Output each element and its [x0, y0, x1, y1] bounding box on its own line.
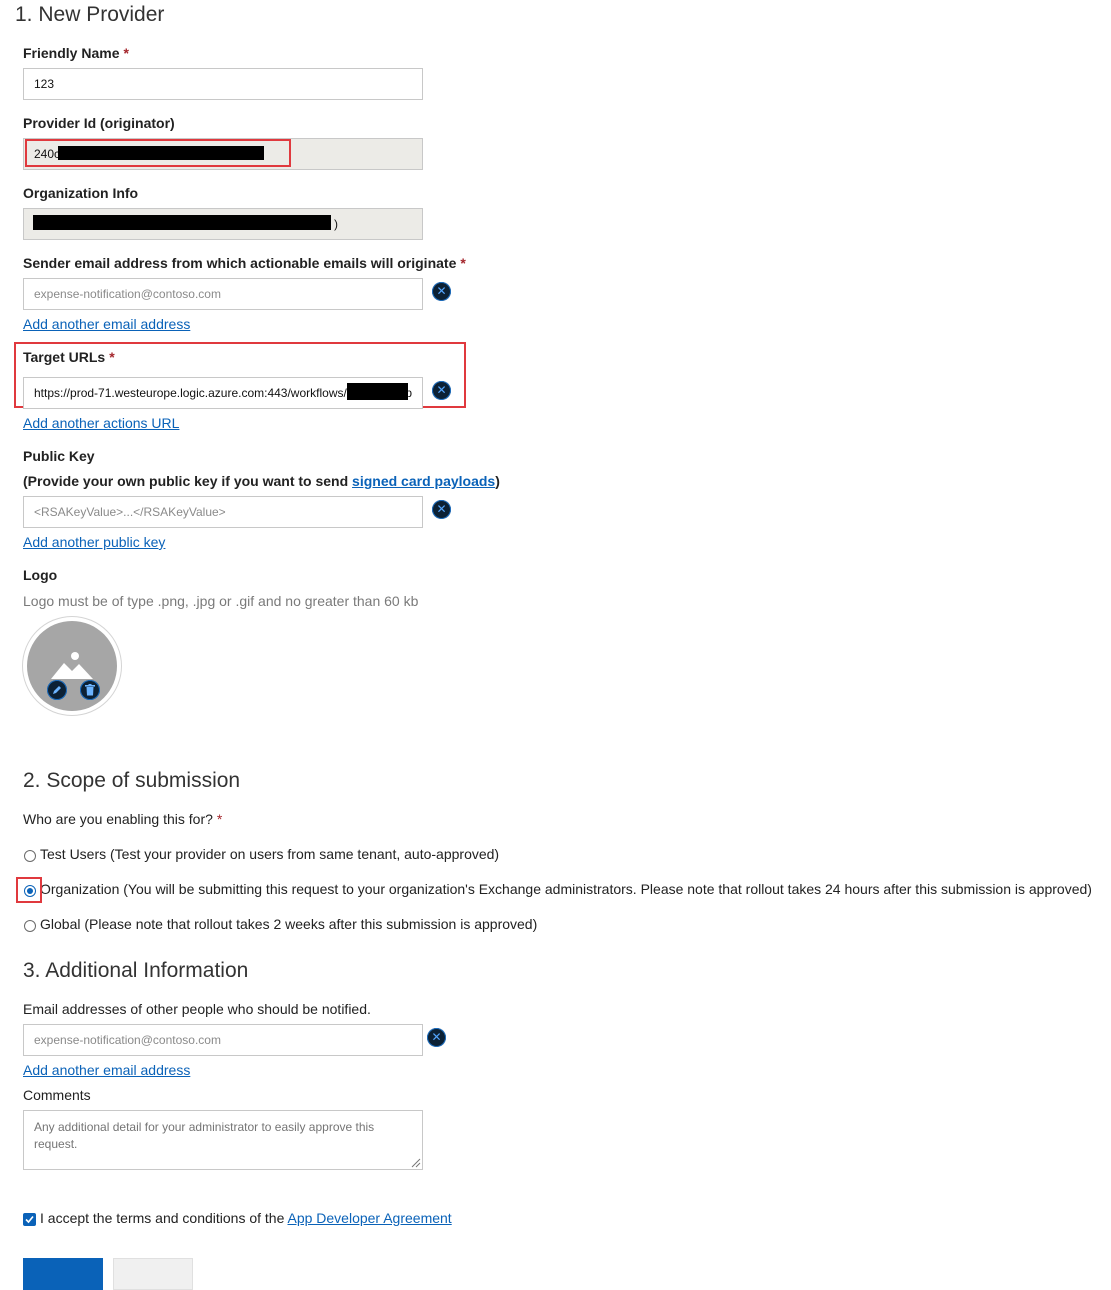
- required-marker: *: [123, 45, 129, 61]
- friendly-name-label: Friendly Name *: [23, 45, 129, 61]
- scope-question-text: Who are you enabling this for?: [23, 811, 213, 827]
- sender-email-label: Sender email address from which actionab…: [23, 255, 466, 271]
- image-placeholder-icon: [51, 652, 93, 679]
- trash-icon: [85, 684, 95, 696]
- checkmark-icon: [25, 1215, 34, 1224]
- section-title-new-provider: 1. New Provider: [15, 3, 165, 26]
- notify-emails-label: Email addresses of other people who shou…: [23, 1001, 371, 1017]
- comments-textarea[interactable]: [23, 1110, 423, 1170]
- public-key-hint-close: ): [495, 473, 500, 489]
- add-notify-email-link[interactable]: Add another email address: [23, 1062, 190, 1078]
- redaction-bar: [347, 383, 408, 400]
- pencil-icon: [53, 686, 61, 694]
- add-email-address-link[interactable]: Add another email address: [23, 316, 190, 332]
- logo-placeholder-circle: [27, 621, 117, 711]
- friendly-name-input[interactable]: 123: [23, 68, 423, 100]
- terms-text: I accept the terms and conditions of the…: [40, 1210, 452, 1226]
- highlight-box-provider-id: [25, 139, 291, 167]
- cancel-button[interactable]: [113, 1258, 193, 1290]
- target-urls-label: Target URLs *: [23, 349, 115, 365]
- target-urls-label-text: Target URLs: [23, 349, 106, 365]
- friendly-name-label-text: Friendly Name: [23, 45, 120, 61]
- add-public-key-link[interactable]: Add another public key: [23, 534, 165, 550]
- section-title-scope: 2. Scope of submission: [23, 769, 241, 792]
- required-marker: *: [460, 255, 466, 271]
- target-url-value: https://prod-71.westeurope.logic.azure.c…: [34, 386, 347, 400]
- close-circle-icon[interactable]: ✕: [427, 1028, 446, 1047]
- section-title-additional-info: 3. Additional Information: [23, 959, 249, 982]
- radio-test-users[interactable]: [24, 850, 36, 862]
- required-marker: *: [216, 811, 223, 827]
- logo-hint: Logo must be of type .png, .jpg or .gif …: [23, 593, 419, 609]
- public-key-input[interactable]: <RSAKeyValue>...</RSAKeyValue>: [23, 496, 423, 528]
- delete-logo-button[interactable]: [80, 680, 100, 700]
- terms-checkbox[interactable]: [23, 1213, 36, 1226]
- radio-organization-label: Organization (You will be submitting thi…: [40, 881, 1092, 897]
- sender-email-input[interactable]: expense-notification@contoso.com: [23, 278, 423, 310]
- organization-info-label: Organization Info: [23, 185, 139, 201]
- comments-label: Comments: [23, 1087, 91, 1103]
- required-marker: *: [109, 349, 115, 365]
- logo-preview: [23, 617, 121, 715]
- redaction-bar: [33, 215, 331, 230]
- organization-info-suffix: ): [334, 217, 338, 231]
- logo-label: Logo: [23, 567, 58, 583]
- scope-question: Who are you enabling this for? *: [23, 811, 222, 827]
- close-circle-icon[interactable]: ✕: [432, 381, 451, 400]
- radio-global[interactable]: [24, 920, 36, 932]
- app-developer-agreement-link[interactable]: App Developer Agreement: [287, 1210, 451, 1226]
- public-key-label: Public Key: [23, 448, 95, 464]
- radio-test-users-label: Test Users (Test your provider on users …: [40, 846, 500, 862]
- highlight-box-organization: [16, 877, 42, 903]
- resize-grip-icon[interactable]: [410, 1157, 421, 1168]
- terms-text-prefix: I accept the terms and conditions of the: [40, 1210, 288, 1226]
- public-key-hint-text: (Provide your own public key if you want…: [23, 473, 353, 489]
- sender-email-label-text: Sender email address from which actionab…: [23, 255, 457, 271]
- close-circle-icon[interactable]: ✕: [432, 282, 451, 301]
- add-actions-url-link[interactable]: Add another actions URL: [23, 415, 179, 431]
- save-button[interactable]: [23, 1258, 103, 1290]
- provider-id-label: Provider Id (originator): [23, 115, 175, 131]
- close-circle-icon[interactable]: ✕: [432, 500, 451, 519]
- notify-email-input[interactable]: expense-notification@contoso.com: [23, 1024, 423, 1056]
- public-key-hint: (Provide your own public key if you want…: [23, 473, 500, 489]
- edit-logo-button[interactable]: [47, 680, 67, 700]
- signed-card-payloads-link[interactable]: signed card payloads: [352, 473, 495, 489]
- radio-global-label: Global (Please note that rollout takes 2…: [40, 916, 538, 932]
